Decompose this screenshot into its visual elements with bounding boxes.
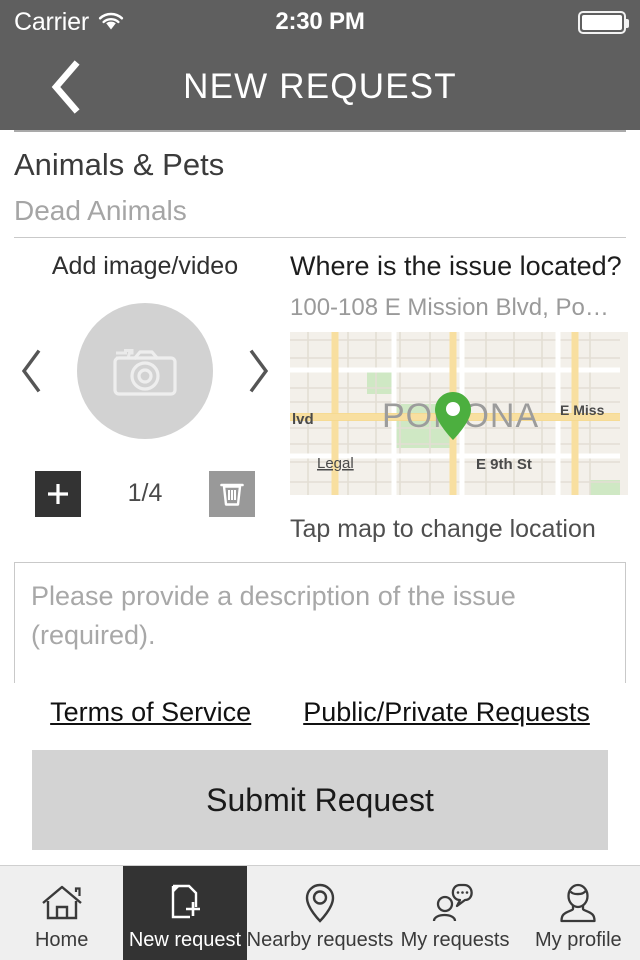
category-section[interactable]: Animals & Pets Dead Animals [0,132,640,237]
svg-text:lvd: lvd [292,411,314,428]
carrier-label: Carrier [14,7,89,36]
category-subtitle: Dead Animals [14,195,187,227]
tab-my-requests-label: My requests [400,929,510,951]
media-toolbar: 1/4 [0,470,290,517]
public-private-requests-link[interactable]: Public/Private Requests [303,697,590,728]
document-plus-icon [163,882,207,924]
tab-home-label: Home [34,929,89,951]
tab-new-request-label: New request [128,929,242,951]
tab-new-request[interactable]: New request [123,866,247,960]
add-media-button[interactable] [35,470,81,517]
tab-my-profile-label: My profile [534,929,622,951]
media-counter: 1/4 [127,479,163,508]
camera-icon [113,348,177,396]
plus-icon [48,483,68,504]
tab-nearby-requests-label: Nearby requests [246,929,394,951]
location-heading: Where is the issue located? [290,250,622,281]
delete-media-button[interactable] [209,470,255,517]
add-photo-button[interactable] [77,302,213,439]
map-pin-icon [303,882,337,924]
tab-my-profile[interactable]: My profile [517,866,640,960]
svg-text:E Miss: E Miss [560,402,605,418]
media-carousel [0,302,290,439]
person-chat-icon [432,882,478,924]
footer-links: Terms of Service Public/Private Requests [0,693,640,728]
media-heading: Add image/video [51,251,239,280]
terms-of-service-link[interactable]: Terms of Service [50,697,251,728]
svg-text:Legal: Legal [317,455,354,472]
media-prev-button[interactable] [14,347,48,395]
page-title: NEW REQUEST [183,67,457,106]
home-icon [40,882,84,924]
tab-nearby-requests[interactable]: Nearby requests [246,866,394,960]
media-location-row: Add image/video 1/4 Where is the issue l… [0,238,640,544]
chevron-right-icon [249,349,269,393]
map-hint: Tap map to change location [290,514,596,543]
map-image: lvd E Miss E 9th St Legal POMONA [290,331,620,495]
tab-home[interactable]: Home [0,866,123,960]
location-section: Where is the issue located? 100-108 E Mi… [290,238,640,544]
chevron-left-icon [21,349,41,393]
location-map[interactable]: lvd E Miss E 9th St Legal POMONA [290,331,628,495]
navigation-bar: NEW REQUEST [0,44,640,130]
back-button[interactable] [38,57,92,117]
status-bar-right [578,10,629,34]
battery-full-icon [578,10,629,34]
person-icon [557,882,599,924]
wifi-icon [97,11,125,36]
location-address: 100-108 E Mission Blvd, Pomon… [290,293,628,321]
status-bar-left: Carrier [14,9,125,36]
bottom-tab-bar: Home New request Nearby requests My requ… [0,865,640,960]
chevron-left-icon [51,60,80,114]
tab-my-requests[interactable]: My requests [393,866,516,960]
trash-icon [220,483,244,506]
status-bar: Carrier 2:30 PM [0,0,640,44]
category-title: Animals & Pets [14,147,225,182]
svg-text:E 9th St: E 9th St [476,456,532,473]
form-footer: Terms of Service Public/Private Requests… [0,683,640,850]
media-section: Add image/video 1/4 [0,238,290,544]
submit-request-button[interactable]: Submit Request [32,750,608,850]
app-screen: Carrier 2:30 PM NEW REQUEST Animals & Pe… [0,0,640,960]
media-next-button[interactable] [242,347,276,395]
